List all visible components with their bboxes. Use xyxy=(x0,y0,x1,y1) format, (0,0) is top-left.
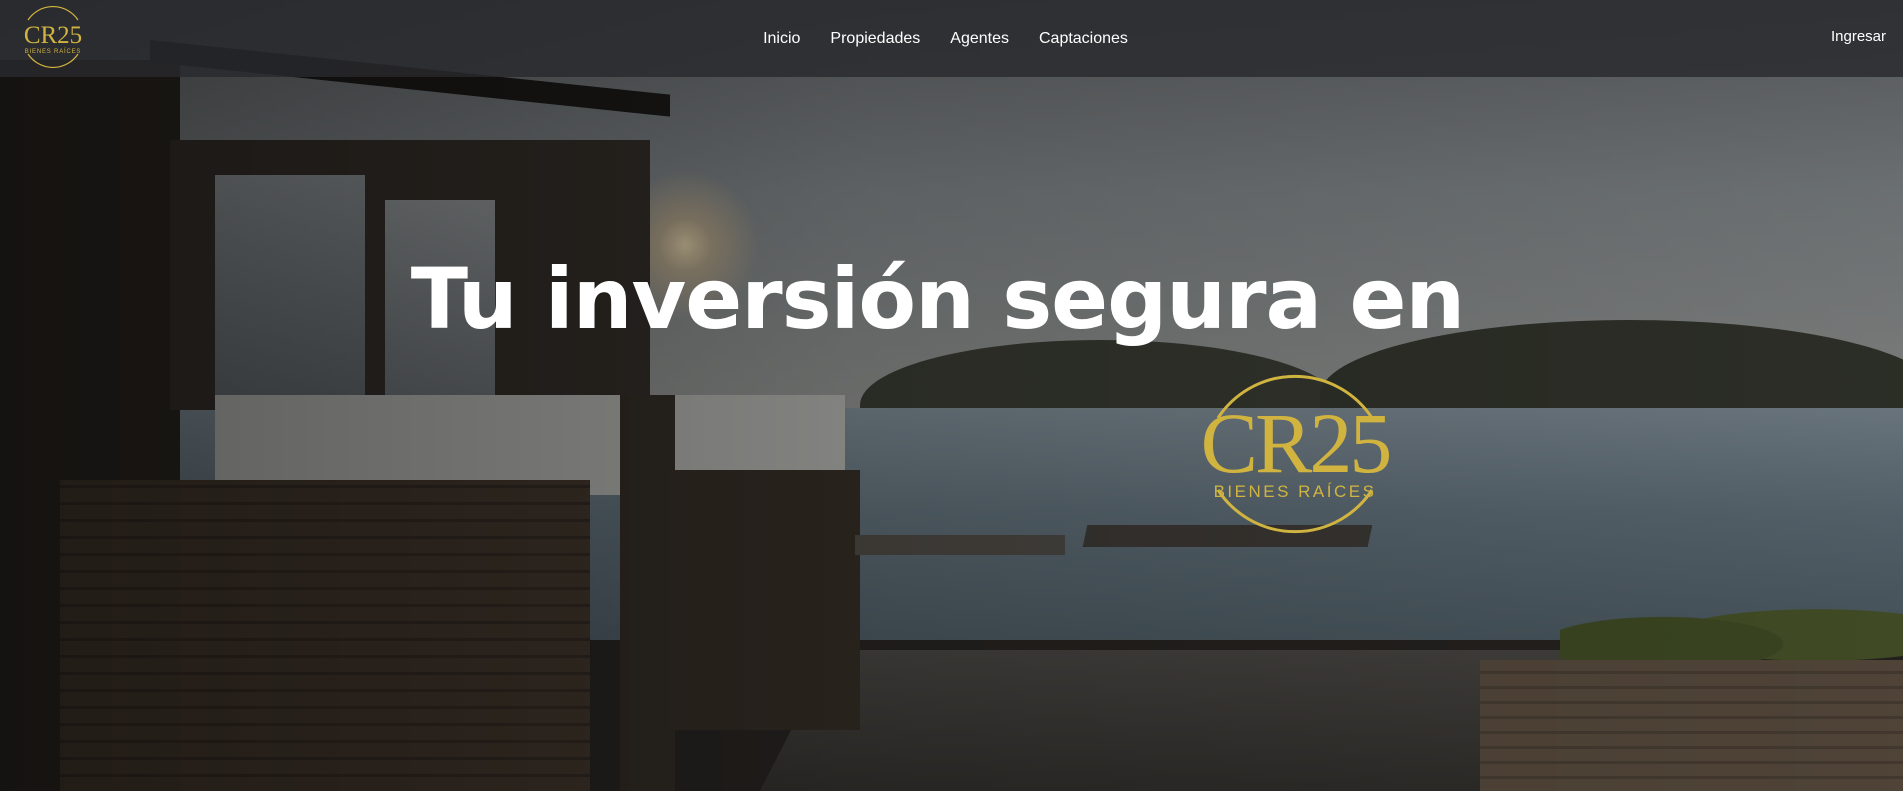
hero-dark-overlay xyxy=(0,0,1903,791)
hero-brand-logo-mark: CR25 BIENES RAÍCES xyxy=(1201,374,1392,534)
nav-item-propiedades[interactable]: Propiedades xyxy=(830,30,920,48)
login-link[interactable]: Ingresar xyxy=(1831,28,1886,45)
hero-background xyxy=(0,0,1903,791)
hero-logo-name: CR25 xyxy=(1201,395,1390,491)
nav-item-agentes[interactable]: Agentes xyxy=(950,30,1009,48)
nav-item-inicio[interactable]: Inicio xyxy=(763,30,800,48)
navbar: CR25 BIENES RAÍCES Inicio Propiedades Ag… xyxy=(0,0,1903,77)
main-nav: Inicio Propiedades Agentes Captaciones xyxy=(0,0,1903,77)
hero-logo-tagline: BIENES RAÍCES xyxy=(1214,482,1377,501)
nav-item-captaciones[interactable]: Captaciones xyxy=(1039,30,1128,48)
hero-brand-logo: CR25 BIENES RAÍCES xyxy=(1190,360,1400,545)
hero-title: Tu inversión segura en xyxy=(410,250,1465,348)
